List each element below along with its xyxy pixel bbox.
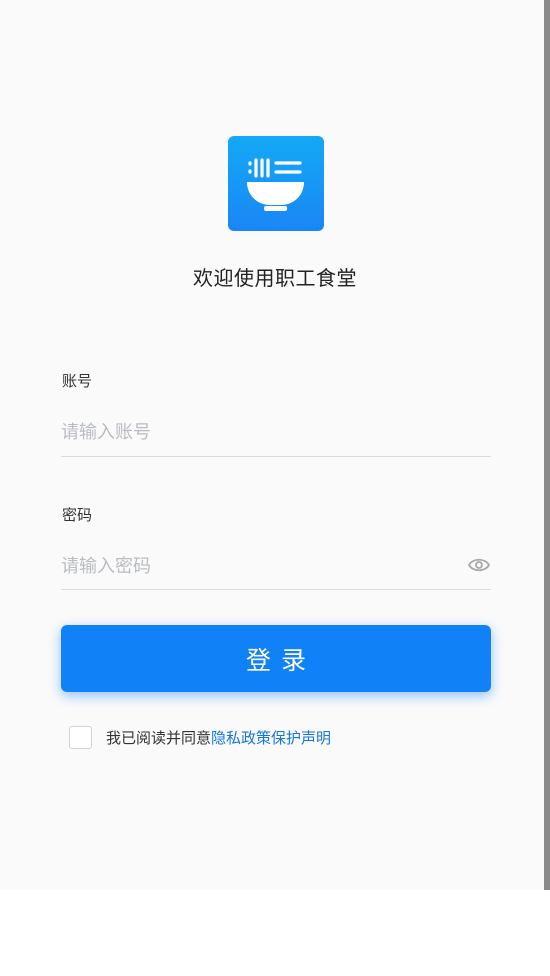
eye-icon[interactable] [467,555,491,575]
login-screen: 欢迎使用职工食堂 账号 密码 登录 我已阅读并同意隐私政策保护声明 [0,0,544,890]
scrollbar[interactable] [544,0,550,890]
bottom-blank-area [0,890,550,976]
account-label: 账号 [62,372,93,390]
agreement-checkbox[interactable] [69,725,92,749]
agreement-text: 我已阅读并同意 [106,728,212,747]
privacy-policy-link[interactable]: 隐私政策保护声明 [211,727,331,748]
agreement-row: 我已阅读并同意 隐私政策保护声明 [69,725,331,749]
welcome-title: 欢迎使用职工食堂 [193,266,357,290]
account-divider [61,456,491,457]
password-divider [61,589,491,590]
account-input[interactable] [61,410,491,454]
app-logo [228,136,324,231]
password-label: 密码 [62,506,93,524]
password-input[interactable] [61,544,461,588]
login-button[interactable]: 登录 [61,625,491,692]
noodle-bowl-icon [247,158,304,211]
